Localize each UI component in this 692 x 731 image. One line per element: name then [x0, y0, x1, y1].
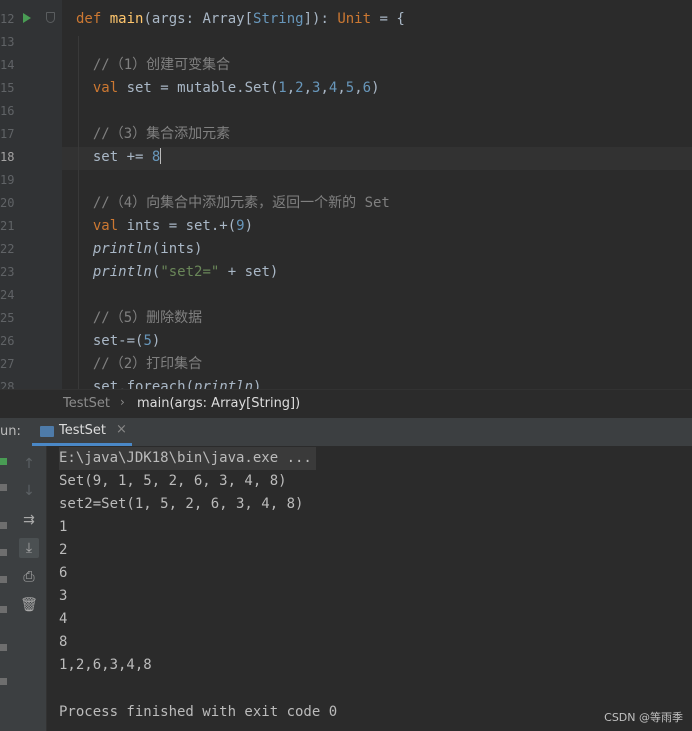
line-number: 24 — [0, 288, 15, 302]
close-icon[interactable]: × — [116, 422, 127, 437]
print-icon[interactable]: ⎙ — [19, 567, 39, 587]
restore-layout-icon[interactable] — [0, 549, 7, 556]
console-output[interactable]: E:\java\JDK18\bin\java.exe ... Set(9, 1, … — [47, 446, 692, 731]
chevron-right-icon: › — [120, 395, 125, 409]
run-gutter-icon[interactable] — [23, 13, 31, 23]
code-line[interactable]: println("set2=" + set) — [76, 261, 278, 284]
console-line: Set(9, 1, 5, 2, 6, 3, 4, 8) — [59, 473, 287, 489]
rerun-icon[interactable] — [0, 458, 7, 465]
code-line[interactable]: //（1）创建可变集合 — [76, 54, 230, 77]
line-number: 19 — [0, 173, 15, 187]
line-number: 17 — [0, 127, 15, 141]
breadcrumb-method[interactable]: main(args: Array[String]) — [137, 396, 300, 411]
code-line[interactable]: //（2）打印集合 — [76, 353, 202, 376]
tab-testset[interactable]: TestSet × — [32, 418, 132, 446]
exit-icon[interactable] — [0, 606, 7, 613]
code-editor[interactable]: 12 13 14 15 16 17 18 19 20 21 22 23 24 25 26 27 28 def m… — [0, 0, 692, 389]
console-line: 3 — [59, 588, 68, 604]
pin-icon[interactable] — [0, 644, 7, 651]
code-line[interactable]: println(ints) — [76, 238, 203, 261]
run-side-strip — [0, 446, 13, 731]
code-line[interactable]: val set = mutable.Set(1,2,3,4,5,6) — [76, 77, 380, 100]
tab-label: TestSet — [59, 423, 106, 438]
soft-wrap-icon[interactable]: ⇉ — [19, 510, 39, 530]
console-line: Process finished with exit code 0 — [59, 704, 338, 720]
line-number: 12 — [0, 12, 15, 26]
down-arrow-icon[interactable]: ↓ — [19, 481, 39, 501]
code-line[interactable]: def main(args: Array[String]): Unit = { — [76, 8, 405, 31]
code-line[interactable]: //（3）集合添加元素 — [76, 123, 230, 146]
line-number: 14 — [0, 58, 15, 72]
code-line[interactable]: set += 8 — [76, 146, 162, 169]
line-number: 25 — [0, 311, 15, 325]
line-number: 26 — [0, 334, 15, 348]
line-number: 22 — [0, 242, 15, 256]
breadcrumb: TestSet › main(args: Array[String]) — [0, 389, 692, 418]
line-number: 23 — [0, 265, 15, 279]
line-number: 27 — [0, 357, 15, 371]
console-line: 6 — [59, 565, 68, 581]
console-line: 2 — [59, 542, 68, 558]
console-toolbar: ↑ ↓ ⇉ ⤓ ⎙ 🗑 — [13, 446, 47, 731]
line-number: 16 — [0, 104, 15, 118]
breadcrumb-file[interactable]: TestSet — [63, 396, 110, 411]
stop-icon[interactable] — [0, 522, 7, 529]
line-number: 15 — [0, 81, 15, 95]
console-command-line[interactable]: E:\java\JDK18\bin\java.exe ... — [59, 447, 316, 470]
code-line[interactable]: //（4）向集合中添加元素，返回一个新的 Set — [76, 192, 390, 215]
code-line[interactable]: //（5）删除数据 — [76, 307, 202, 330]
console-tab-icon — [40, 426, 54, 437]
line-number: 13 — [0, 35, 15, 49]
refresh-icon[interactable] — [0, 484, 7, 491]
editor-gutter: 12 13 14 15 16 17 18 19 20 21 22 23 24 25 26 27 28 — [0, 0, 62, 389]
code-line[interactable]: set-=(5) — [76, 330, 160, 353]
trash-icon[interactable]: 🗑 — [19, 595, 39, 615]
line-number: 20 — [0, 196, 15, 210]
settings-icon[interactable] — [0, 576, 7, 583]
up-arrow-icon[interactable]: ↑ — [19, 454, 39, 474]
line-number: 28 — [0, 380, 15, 389]
watermark: CSDN @等雨季 — [604, 711, 683, 724]
console-line: 1 — [59, 519, 68, 535]
breakpoint-gutter-icon[interactable] — [46, 12, 55, 23]
run-tool-window-header: un: TestSet × — [0, 417, 692, 447]
more-icon[interactable] — [0, 678, 7, 685]
line-number: 18 — [0, 150, 15, 164]
console-line: set2=Set(1, 5, 2, 6, 3, 4, 8) — [59, 496, 304, 512]
console-line: 4 — [59, 611, 68, 627]
line-number: 21 — [0, 219, 15, 233]
console-line: 8 — [59, 634, 68, 650]
code-line[interactable]: val ints = set.+(9) — [76, 215, 253, 238]
console-line: 1,2,6,3,4,8 — [59, 657, 152, 673]
run-label: un: — [0, 424, 21, 439]
scroll-to-end-icon[interactable]: ⤓ — [19, 538, 39, 558]
code-line[interactable]: set.foreach(println) — [76, 376, 262, 389]
